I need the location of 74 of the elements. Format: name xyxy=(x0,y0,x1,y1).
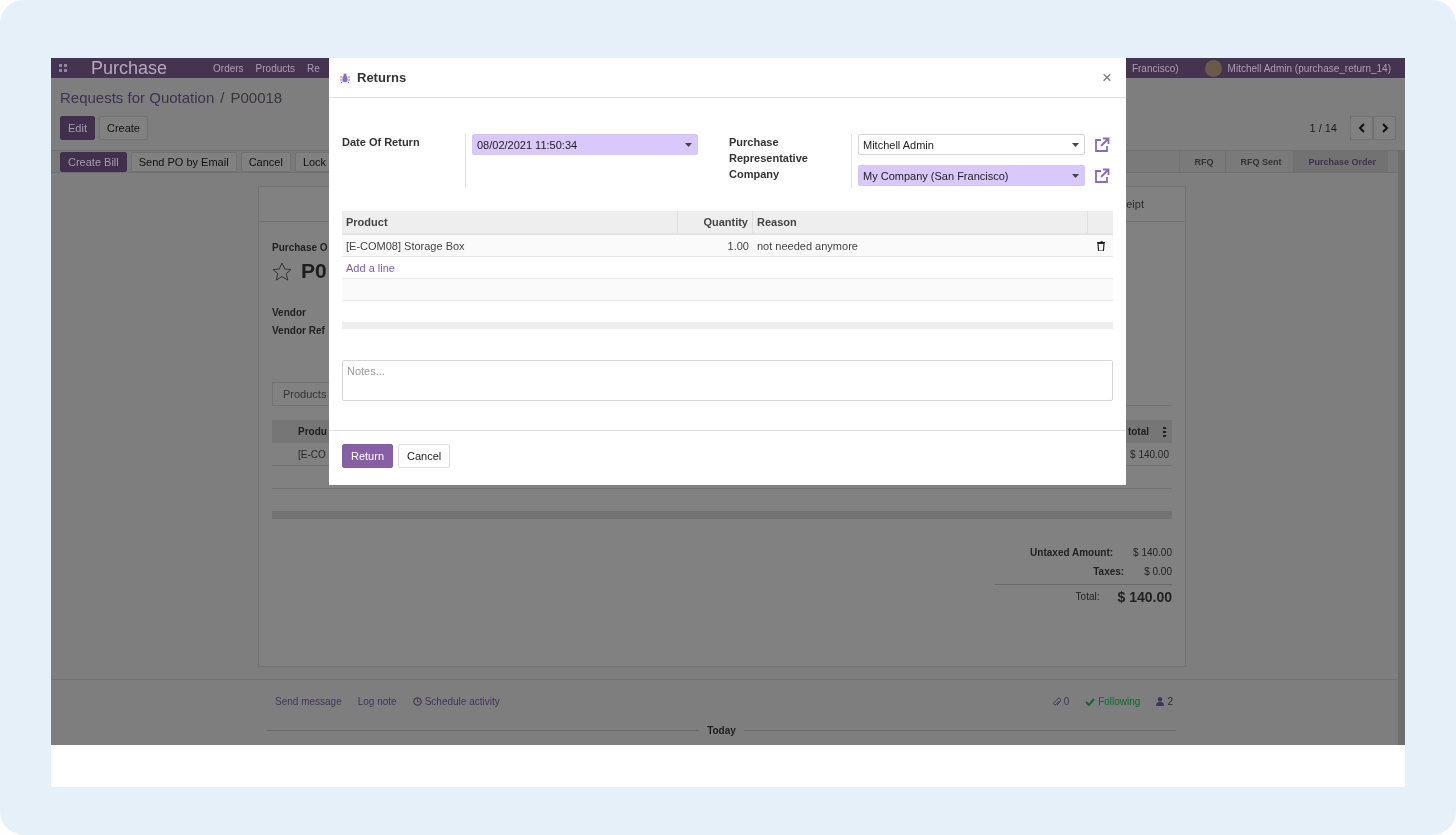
external-link-icon[interactable] xyxy=(1094,136,1110,153)
header-button[interactable]: Cancel xyxy=(240,151,291,172)
column-header: Produ xyxy=(298,426,327,437)
chatter-link[interactable]: Schedule activity xyxy=(412,696,500,707)
total-value: $ 140.00 xyxy=(1117,588,1172,605)
external-link-icon[interactable] xyxy=(1094,167,1110,184)
status-step[interactable]: Purchase Order xyxy=(1293,151,1388,172)
date-divider: Today xyxy=(707,725,736,736)
close-button[interactable]: × xyxy=(1098,67,1116,88)
column-header: Quantity xyxy=(678,211,753,233)
select-field[interactable]: Mitchell Admin xyxy=(858,134,1085,155)
table-cell: $ 140.00 xyxy=(1130,448,1169,460)
smart-button[interactable]: eipt xyxy=(1126,198,1144,210)
chevron-right-icon xyxy=(1380,123,1389,133)
add-line-link[interactable]: Add a line xyxy=(342,261,399,274)
menu-item[interactable]: Products xyxy=(255,62,296,74)
column-header: total xyxy=(1127,426,1149,437)
attachment-count[interactable]: 0 xyxy=(1052,696,1070,707)
order-number: P0 xyxy=(301,259,327,283)
star-icon[interactable] xyxy=(272,261,292,281)
caret-icon xyxy=(1072,142,1079,147)
chatter-link[interactable]: Send message xyxy=(275,696,342,707)
status-step[interactable]: RFQ xyxy=(1179,151,1226,172)
select-field[interactable]: My Company (San Francisco) xyxy=(858,165,1085,186)
kebab-icon[interactable] xyxy=(1163,426,1166,437)
chevron-left-icon xyxy=(1357,123,1366,133)
field-label: Vendor xyxy=(272,307,306,318)
column-header: Product xyxy=(342,211,678,233)
header-button[interactable]: Send PO by Email xyxy=(130,151,237,172)
cancel-button[interactable]: Cancel xyxy=(398,444,451,468)
table-cell-text: [E-COM08] Storage Box xyxy=(345,239,466,252)
bug-icon xyxy=(340,72,350,83)
previous-button[interactable] xyxy=(1350,116,1373,140)
chatter-link[interactable]: Log note xyxy=(357,696,397,707)
followers-count[interactable]: 2 xyxy=(1156,696,1173,707)
company-switcher[interactable]: Francisco) xyxy=(1131,62,1179,74)
next-button[interactable] xyxy=(1373,116,1396,140)
total-value: $ 0.00 xyxy=(1144,566,1172,577)
field-label: Purchase O xyxy=(272,242,328,253)
notes-field[interactable]: Notes... xyxy=(342,360,1113,401)
table-cell: [E-CO xyxy=(298,448,326,460)
table-cell-text: not needed anymore xyxy=(756,239,859,252)
pager-counter: 1 / 14 xyxy=(1309,122,1337,134)
menu-item[interactable]: Orders xyxy=(213,62,244,74)
return-button[interactable]: Return xyxy=(342,444,394,468)
create-button[interactable]: Create xyxy=(98,116,148,140)
menu-item[interactable]: Re xyxy=(307,62,320,74)
apps-menu-icon[interactable] xyxy=(59,64,67,72)
field-label: Vendor Ref xyxy=(272,325,325,336)
breadcrumb-current: P00018 xyxy=(230,88,283,106)
total-label: Untaxed Amount: xyxy=(1030,547,1114,558)
paperclip-icon xyxy=(1052,696,1061,707)
column-header: Reason xyxy=(753,211,1088,233)
dialog-title: Returns xyxy=(357,70,407,85)
app-name[interactable]: Purchase xyxy=(91,58,168,78)
total-label: Total: xyxy=(1075,591,1100,602)
total-label: Taxes: xyxy=(1093,566,1125,577)
edit-button[interactable]: Edit xyxy=(60,116,95,140)
header-button[interactable]: Create Bill xyxy=(60,151,127,172)
clock-icon xyxy=(412,697,422,706)
person-icon xyxy=(1156,697,1165,706)
field-label: Purchase Representative Company xyxy=(729,135,809,182)
scrollbar[interactable] xyxy=(1398,150,1405,745)
user-avatar xyxy=(1204,59,1222,77)
breadcrumb-link[interactable]: Requests for Quotation xyxy=(60,88,215,106)
user-menu[interactable]: Mitchell Admin (purchase_return_14) xyxy=(1227,62,1391,74)
select-field[interactable]: 08/02/2021 11:50:34 xyxy=(472,134,698,155)
trash-icon[interactable] xyxy=(1097,240,1105,251)
breadcrumb-separator: / xyxy=(220,88,225,106)
table-cell-text: 1.00 xyxy=(726,239,750,252)
total-value: $ 140.00 xyxy=(1133,547,1172,558)
field-label: Date Of Return xyxy=(342,135,421,150)
caret-icon xyxy=(685,142,692,147)
check-icon xyxy=(1085,697,1096,706)
